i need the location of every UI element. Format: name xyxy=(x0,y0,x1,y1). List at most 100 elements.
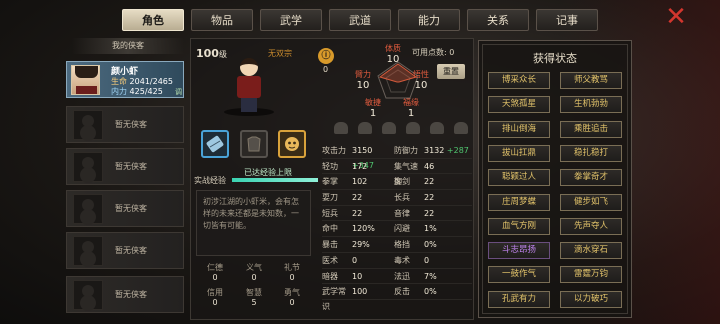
status-tag[interactable]: 斗志昂扬 xyxy=(488,242,550,260)
character-sect: 无双宗 xyxy=(268,49,292,58)
stat-row: 轻功 172 集气速度 46 xyxy=(322,159,472,186)
skill-slot[interactable] xyxy=(406,122,420,134)
stat-name: 暴击 xyxy=(322,240,338,250)
character-sprite xyxy=(232,58,266,114)
tab-martial-path[interactable]: 武道 xyxy=(329,9,391,31)
accessory-mask-icon[interactable] xyxy=(278,130,306,158)
stat-value: 22 xyxy=(424,208,435,218)
virtue-wisdom: 智慧 5 xyxy=(246,288,262,307)
stat-row: 攻击力 3150 +347 防御力 3132 +287 xyxy=(322,143,472,170)
stat-value: 22 xyxy=(352,193,363,203)
companion-slot-selected[interactable]: 颜小虾 生命 2041/2465 内力 425/425 调 xyxy=(66,61,184,98)
exp-label: 实战经验 xyxy=(194,176,226,185)
reset-button[interactable]: 重置 xyxy=(437,64,465,79)
status-tag[interactable]: 以力破巧 xyxy=(560,290,622,308)
skill-slot[interactable] xyxy=(454,122,468,134)
exp-status-text: 已达经验上限 xyxy=(244,168,292,177)
tab-martial-arts[interactable]: 武学 xyxy=(260,9,322,31)
exp-bar xyxy=(232,178,318,182)
empty-slot-label: 暂无侠客 xyxy=(115,120,147,129)
tab-relations[interactable]: 关系 xyxy=(467,9,529,31)
stat-value: 10 xyxy=(352,271,363,281)
weapon-scroll-icon[interactable] xyxy=(201,130,229,158)
virtue-benevolence: 仁德 0 xyxy=(207,263,223,282)
virtue-loyalty: 义气 0 xyxy=(246,263,262,282)
status-tag[interactable]: 稳扎稳打 xyxy=(560,144,622,162)
skill-slot[interactable] xyxy=(334,122,348,134)
stat-name: 拳掌 xyxy=(322,177,338,187)
stat-name: 法迅 xyxy=(394,271,410,281)
stat-name: 闪避 xyxy=(394,224,410,234)
status-tag[interactable]: 先声夺人 xyxy=(560,217,622,235)
status-tag[interactable]: 一鼓作气 xyxy=(488,266,550,284)
silhouette-icon xyxy=(73,110,103,140)
tab-character[interactable]: 角色 xyxy=(122,9,184,31)
stat-value: 1% xyxy=(424,224,437,234)
stat-value: 7% xyxy=(424,271,437,281)
stat-name: 医术 xyxy=(322,255,338,265)
stat-name: 反击 xyxy=(394,287,410,297)
status-tag[interactable]: 博采众长 xyxy=(488,72,550,89)
armor-icon[interactable] xyxy=(240,130,268,158)
empty-slot-label: 暂无侠客 xyxy=(115,162,147,171)
status-tag[interactable]: 滴水穿石 xyxy=(560,242,622,260)
stat-value: 100 xyxy=(352,287,368,297)
status-tag[interactable]: 生机勃勃 xyxy=(560,96,622,114)
companion-slot-empty[interactable]: 暂无侠客 xyxy=(66,232,184,269)
attr-fortune: 福缘 1 xyxy=(403,98,419,119)
status-tag[interactable]: 乘胜追击 xyxy=(560,120,622,138)
status-tag[interactable]: 拳掌奇才 xyxy=(560,169,622,187)
skill-slot[interactable] xyxy=(430,122,444,134)
stat-row: 武学常识 100 反击 0% xyxy=(322,284,472,311)
character-description: 初涉江湖的小虾米，会有怎样的未来还都是未知数，一切皆有可能。 xyxy=(196,190,311,256)
companion-slot-empty[interactable]: 暂无侠客 xyxy=(66,148,184,185)
stat-name: 长兵 xyxy=(394,193,410,203)
attr-agility: 敏捷 1 xyxy=(365,98,381,119)
companion-slot-empty[interactable]: 暂无侠客 xyxy=(66,276,184,313)
silhouette-icon xyxy=(73,236,103,266)
stat-value: 22 xyxy=(424,177,435,187)
stat-value: 0 xyxy=(352,255,358,265)
stat-name: 耍刀 xyxy=(322,193,338,203)
stat-name: 防御力 xyxy=(394,146,418,155)
skill-slot[interactable] xyxy=(358,122,372,134)
stat-row: 医术 0 毒术 0 xyxy=(322,253,472,269)
virtue-trust: 信用 0 xyxy=(207,288,223,307)
companion-list-header: 我的侠客 xyxy=(72,38,184,54)
silhouette-icon xyxy=(73,280,103,310)
companion-slot-empty[interactable]: 暂无侠客 xyxy=(66,106,184,143)
status-tag[interactable]: 健步如飞 xyxy=(560,193,622,211)
stats-table: 攻击力 3150 +347 防御力 3132 +287 轻功 172 集气速度 46 拳掌 102… xyxy=(322,143,472,311)
stat-value: 0% xyxy=(424,287,437,297)
stat-name: 音律 xyxy=(394,208,410,218)
status-tag[interactable]: 师父教骂 xyxy=(560,72,622,89)
character-level: 100级 xyxy=(196,47,227,60)
stat-value: 29% xyxy=(352,240,370,250)
avatar xyxy=(71,65,100,95)
empty-slot-label: 暂无侠客 xyxy=(115,246,147,255)
status-tag[interactable]: 孔武有力 xyxy=(488,290,550,308)
fame-medal-icon[interactable]: ⓘ xyxy=(318,48,334,64)
companion-slot-empty[interactable]: 暂无侠客 xyxy=(66,190,184,227)
stat-name: 轻功 xyxy=(322,161,338,171)
tab-abilities[interactable]: 能力 xyxy=(398,9,460,31)
status-tag[interactable]: 拔山扛鼎 xyxy=(488,144,550,162)
status-tag[interactable]: 雷霆万钧 xyxy=(560,266,622,284)
skill-slot[interactable] xyxy=(382,122,396,134)
status-tag[interactable]: 血气方刚 xyxy=(488,217,550,235)
stat-row: 暴击 29% 格挡 0% xyxy=(322,237,472,253)
status-tag[interactable]: 天煞孤星 xyxy=(488,96,550,114)
tab-journal[interactable]: 记事 xyxy=(536,9,598,31)
status-tag[interactable]: 排山倒海 xyxy=(488,120,550,138)
exp-bar-fill xyxy=(232,178,318,182)
skill-slot-row xyxy=(334,122,468,134)
status-tag[interactable]: 庄周梦蝶 xyxy=(488,193,550,211)
status-tag[interactable]: 聪颖过人 xyxy=(488,169,550,187)
stat-name: 命中 xyxy=(322,224,338,234)
stat-value: 102 xyxy=(352,177,368,187)
stat-row: 拳掌 102 御剑 22 xyxy=(322,174,472,191)
stat-name: 格挡 xyxy=(394,240,410,250)
tab-items[interactable]: 物品 xyxy=(191,9,253,31)
stat-row: 耍刀 22 长兵 22 xyxy=(322,190,472,206)
close-icon[interactable]: ✕ xyxy=(664,4,688,30)
